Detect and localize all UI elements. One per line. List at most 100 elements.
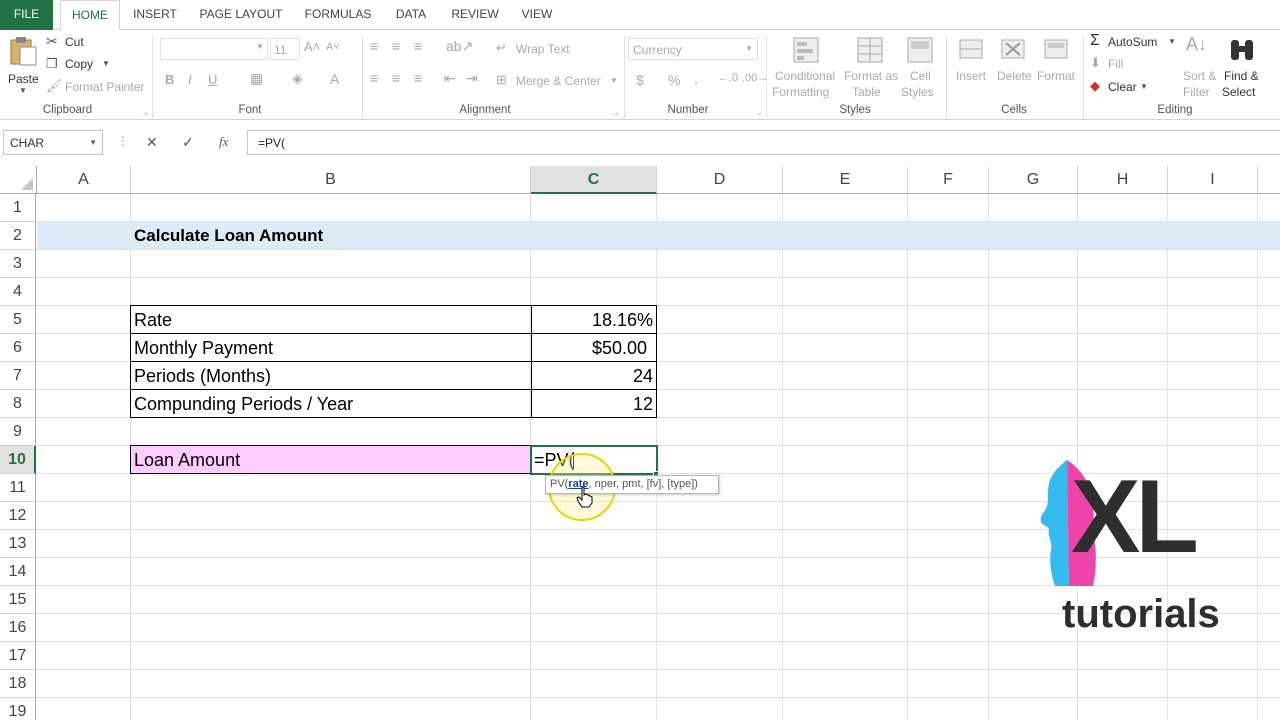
borders-icon[interactable]: ▦ [250,70,263,87]
fill-color-icon[interactable]: ◈ [292,70,303,87]
row-header[interactable]: 2 [0,222,36,250]
dialog-launcher-icon[interactable]: ⌟ [614,106,618,117]
table-cell-value[interactable]: 18.16% [592,306,653,334]
align-top-icon[interactable]: ≡ [370,38,378,54]
align-left-icon[interactable]: ≡ [370,70,378,86]
cell-styles-button[interactable]: Cell Styles [898,34,944,102]
row-header[interactable]: 1 [0,194,36,222]
font-color-icon[interactable]: A [330,71,339,87]
format-painter-button[interactable]: 🖌 Format Painter [46,78,146,98]
result-label-cell[interactable]: Loan Amount [130,445,532,474]
align-right-icon[interactable]: ≡ [414,70,422,86]
row-header[interactable]: 15 [0,586,36,614]
column-header-b[interactable]: B [131,166,531,194]
column-header-j[interactable] [1258,166,1280,194]
merge-center-button[interactable]: ⊞ Merge & Center ▼ [496,72,621,92]
column-header-c[interactable]: C [531,166,657,194]
table-cell-value[interactable]: 24 [633,362,653,390]
cancel-entry-button[interactable]: ✕ [146,134,158,151]
fill-button[interactable]: ⬇ Fill [1088,55,1148,75]
select-all-corner[interactable] [0,166,37,194]
insert-cells-button[interactable]: Insert [954,34,990,102]
delete-cells-button[interactable]: Delete [994,34,1034,102]
decrease-decimal-icon[interactable]: .00→ [742,72,768,84]
table-cell-label[interactable]: Periods (Months) [134,362,271,390]
insert-function-button[interactable]: fx [219,134,228,150]
wrap-text-button[interactable]: ↵ Wrap Text [496,40,596,60]
format-as-table-button[interactable]: Format as Table [842,34,902,102]
grow-font-icon[interactable]: A˄ [304,39,320,54]
dialog-launcher-icon[interactable]: ⌟ [757,106,761,117]
dialog-launcher-icon[interactable]: ⌟ [143,106,147,117]
row-header[interactable]: 18 [0,670,36,698]
row-header[interactable]: 7 [0,362,36,390]
row-header[interactable]: 3 [0,250,36,278]
font-name-select[interactable]: ▼ [160,38,268,60]
copy-button[interactable]: ❐ Copy ▼ [46,55,116,75]
autosum-button[interactable]: Σ AutoSum ▼ [1088,32,1178,53]
align-center-icon[interactable]: ≡ [392,70,400,86]
row-header[interactable]: 17 [0,642,36,670]
row-header[interactable]: 8 [0,390,36,418]
bold-button[interactable]: B [165,72,174,87]
row-header[interactable]: 13 [0,530,36,558]
row-header[interactable]: 9 [0,418,36,446]
find-select-button[interactable]: Find & Select [1220,34,1270,102]
column-header-i[interactable]: I [1168,166,1258,194]
row-header[interactable]: 16 [0,614,36,642]
tab-data[interactable]: DATA [388,0,434,30]
row-header[interactable]: 12 [0,502,36,530]
function-tooltip[interactable]: PV(rate, nper, pmt, [fv], [type]) [545,475,719,494]
paste-button[interactable]: Paste ▼ [4,34,42,102]
underline-button[interactable]: U [208,72,217,87]
format-cells-button[interactable]: Format [1036,34,1078,102]
decrease-indent-icon[interactable]: ⇤ [444,70,456,87]
column-header-f[interactable]: F [908,166,989,194]
column-header-h[interactable]: H [1078,166,1168,194]
tab-page-layout[interactable]: PAGE LAYOUT [194,0,288,30]
shrink-font-icon[interactable]: A˅ [326,41,340,53]
enter-button[interactable]: ✓ [182,134,194,151]
logo-xl-text: XL [1071,459,1199,575]
tab-review[interactable]: REVIEW [444,0,506,30]
table-cell-label[interactable]: Monthly Payment [134,334,273,362]
number-format-select[interactable]: Currency ▼ [628,38,758,60]
row-header[interactable]: 11 [0,474,36,502]
tab-home[interactable]: HOME [60,0,120,31]
tab-file[interactable]: FILE [0,0,53,30]
increase-indent-icon[interactable]: ⇥ [466,70,478,87]
tab-insert[interactable]: INSERT [125,0,185,30]
row-header[interactable]: 10 [0,446,36,474]
cut-button[interactable]: ✂ Cut [46,33,106,53]
row-header[interactable]: 6 [0,334,36,362]
column-header-g[interactable]: G [989,166,1078,194]
align-bottom-icon[interactable]: ≡ [414,38,422,54]
font-size-select[interactable]: 11 [270,38,300,60]
align-middle-icon[interactable]: ≡ [392,38,400,54]
column-header-e[interactable]: E [783,166,908,194]
clear-button[interactable]: ◆ Clear ▼ [1088,78,1148,98]
table-cell-value[interactable]: $50.00 [592,334,647,362]
percent-style-button[interactable]: % [668,72,680,88]
accounting-format-button[interactable]: $ [636,72,644,88]
row-header[interactable]: 4 [0,278,36,306]
italic-button[interactable]: I [188,72,192,87]
column-header-a[interactable]: A [37,166,131,194]
table-cell-label[interactable]: Rate [134,306,172,334]
tab-formulas[interactable]: FORMULAS [298,0,378,30]
table-cell-label[interactable]: Compunding Periods / Year [134,390,353,418]
row-header[interactable]: 14 [0,558,36,586]
name-box[interactable]: CHAR ▼ [3,130,103,155]
increase-decimal-icon[interactable]: ←.0 [718,72,738,84]
table-cell-value[interactable]: 12 [633,390,653,418]
column-header-d[interactable]: D [657,166,783,194]
orientation-icon[interactable]: ab↗ [446,38,473,55]
sheet-title[interactable]: Calculate Loan Amount [134,222,323,250]
tab-view[interactable]: VIEW [514,0,560,30]
formula-input[interactable]: =PV( [247,130,1280,155]
sort-filter-button[interactable]: A↓ Sort & Filter [1180,34,1220,102]
row-header[interactable]: 5 [0,306,36,334]
comma-style-button[interactable]: , [694,70,698,86]
row-header[interactable]: 19 [0,698,36,720]
conditional-formatting-button[interactable]: Conditional Formatting [772,34,840,102]
